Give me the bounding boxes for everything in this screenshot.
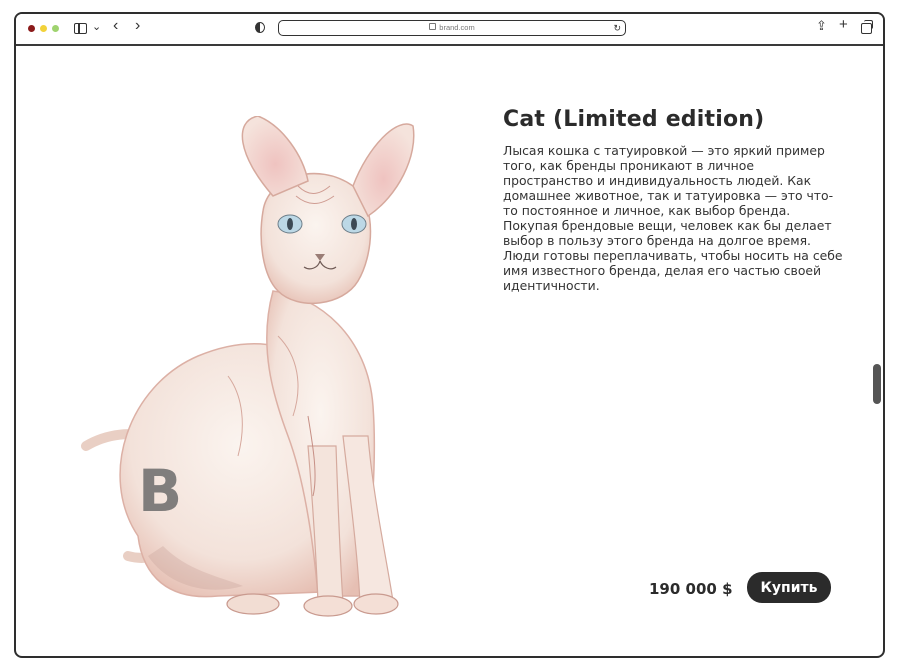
- maximize-window-button[interactable]: [52, 25, 59, 32]
- close-window-button[interactable]: [28, 25, 35, 32]
- lock-icon: [429, 23, 437, 30]
- new-tab-icon[interactable]: +: [839, 16, 848, 33]
- forward-button[interactable]: ›: [135, 17, 140, 35]
- privacy-shield-icon[interactable]: [255, 22, 265, 33]
- tab-overview-icon[interactable]: [861, 20, 873, 34]
- share-icon[interactable]: ⇪: [816, 18, 827, 34]
- product-description: Лысая кошка с татуировкой — это яркий пр…: [503, 143, 843, 293]
- sphynx-cat-illustration: B: [81, 116, 415, 617]
- product-price: 190 000 $: [649, 580, 733, 598]
- address-bar[interactable]: brand.com ↻: [278, 20, 626, 36]
- browser-toolbar: ⌄ ‹ › brand.com ↻ ⇪ +: [16, 14, 883, 46]
- tattoo-letter: B: [138, 457, 182, 525]
- chevron-down-icon[interactable]: ⌄: [92, 20, 101, 33]
- address-text: brand.com: [439, 23, 475, 32]
- reload-icon[interactable]: ↻: [613, 21, 621, 35]
- minimize-window-button[interactable]: [40, 25, 47, 32]
- scrollbar[interactable]: [873, 364, 881, 404]
- browser-window: ⌄ ‹ › brand.com ↻ ⇪ + B Cat (Limited edi…: [14, 12, 885, 658]
- back-button[interactable]: ‹: [113, 17, 118, 35]
- page-content: B Cat (Limited edition) Лысая кошка с та…: [16, 46, 883, 656]
- product-title: Cat (Limited edition): [503, 107, 765, 132]
- sidebar-toggle-icon[interactable]: [74, 23, 87, 34]
- buy-button[interactable]: Купить: [747, 572, 831, 603]
